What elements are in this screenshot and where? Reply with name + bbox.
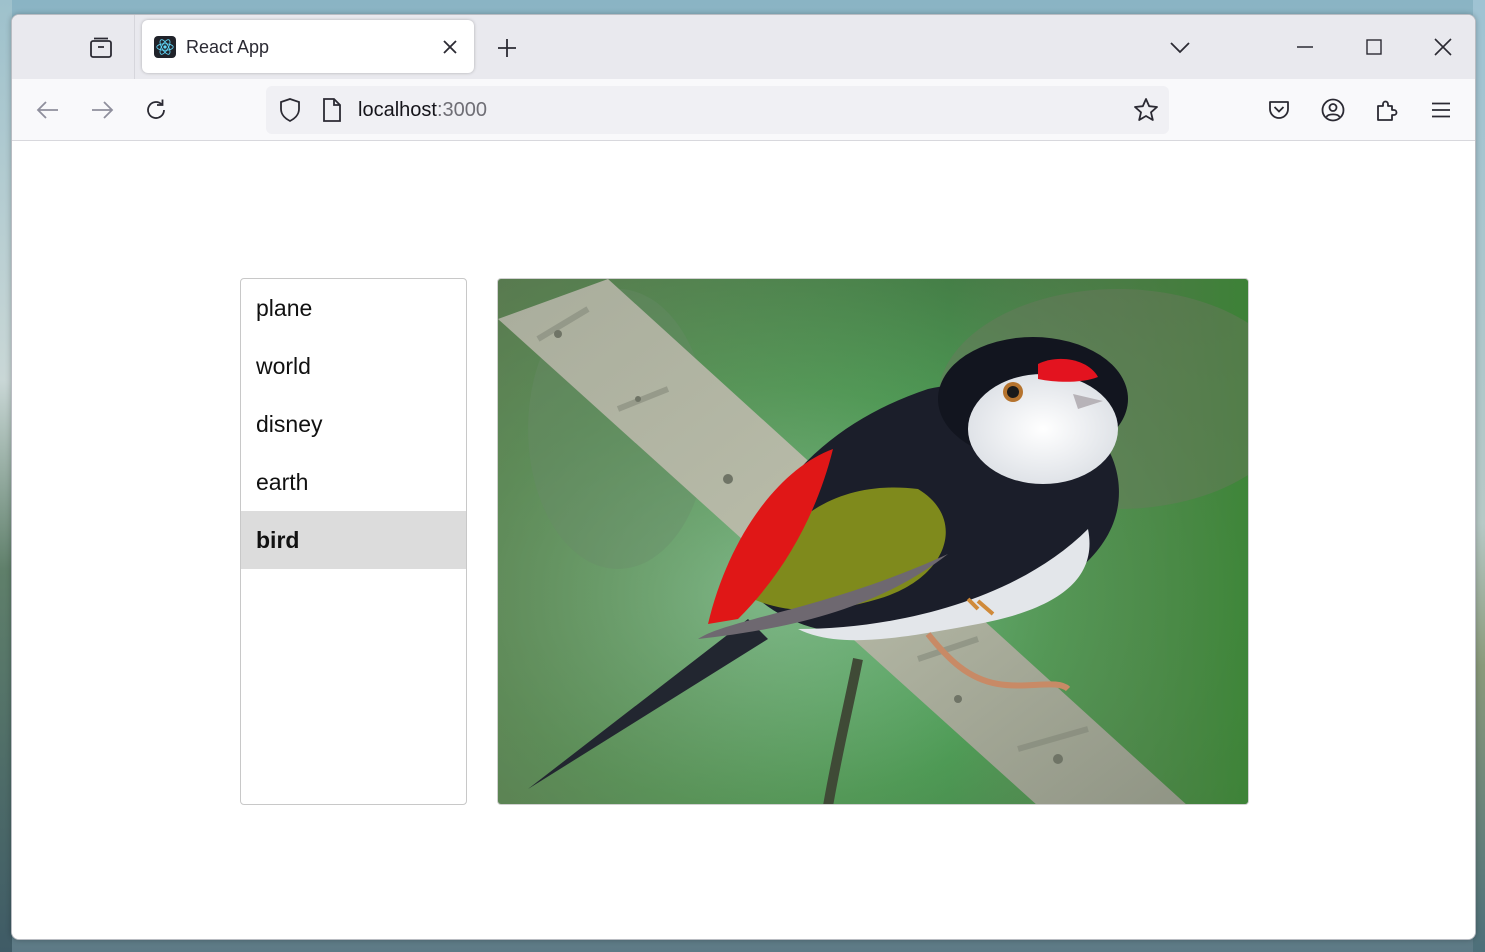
tab-strip: React App [12,15,1475,79]
url-text[interactable]: localhost:3000 [358,99,487,122]
list-item-bird[interactable]: bird [241,511,466,569]
list-item-earth[interactable]: earth [241,453,466,511]
bird-photo [497,278,1249,805]
react-icon [154,36,176,58]
back-arrow-icon[interactable] [30,93,66,127]
page-icon[interactable] [320,98,344,122]
tab-react-app[interactable]: React App [142,20,474,73]
address-bar[interactable]: localhost:3000 [266,86,1169,134]
forward-arrow-icon[interactable] [84,93,120,127]
star-icon[interactable] [1133,97,1159,123]
list-item-plane[interactable]: plane [241,279,466,337]
extensions-icon[interactable] [1370,93,1404,127]
browser-window: React App localhost:3000 plane world dis… [11,14,1476,940]
plus-icon[interactable] [492,33,522,63]
url-port: :3000 [436,99,487,121]
item-list: plane world disney earth bird [240,278,467,805]
pocket-icon[interactable] [1262,93,1296,127]
chevron-down-icon[interactable] [1165,33,1195,63]
list-item-disney[interactable]: disney [241,395,466,453]
navigation-toolbar: localhost:3000 [12,79,1475,141]
reload-icon[interactable] [138,93,174,127]
maximize-icon[interactable] [1354,29,1394,65]
account-icon[interactable] [1316,93,1350,127]
shield-icon[interactable] [278,98,302,122]
minimize-icon[interactable] [1285,29,1325,65]
close-icon[interactable] [438,35,462,59]
page-content: plane world disney earth bird [12,141,1475,939]
tab-separator [134,15,135,79]
close-window-icon[interactable] [1423,29,1463,65]
list-item-world[interactable]: world [241,337,466,395]
tab-title: React App [186,37,270,57]
url-host: localhost [358,99,437,121]
tab-overview-icon[interactable] [84,33,118,63]
menu-icon[interactable] [1424,93,1458,127]
